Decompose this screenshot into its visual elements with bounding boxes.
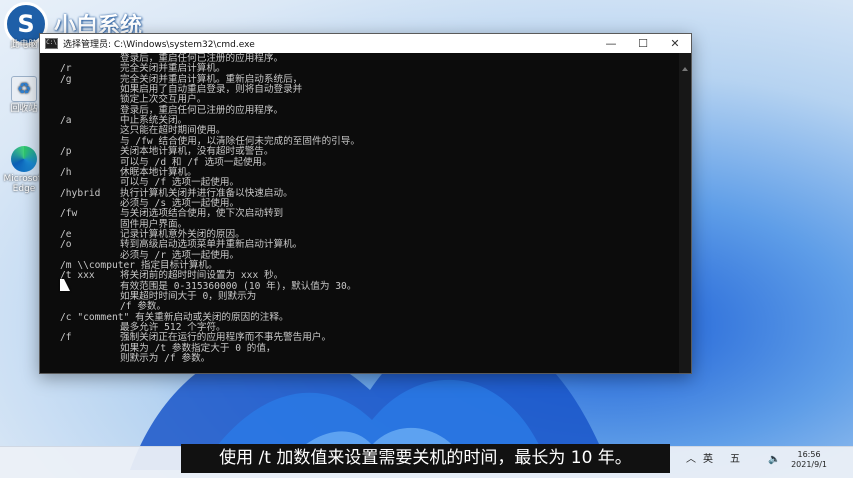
- tray-chevron-icon[interactable]: ︿: [686, 452, 696, 468]
- console-description: 则默示为 /f 参数。: [120, 353, 211, 365]
- cmd-app-icon: C:\: [45, 38, 58, 49]
- cmd-window[interactable]: C:\ 选择管理员: C:\Windows\system32\cmd.exe —…: [39, 33, 692, 374]
- console-description: 完全关闭并重启计算机。: [120, 63, 226, 75]
- console-switch: /fw: [60, 208, 78, 220]
- clock-time: 16:56: [797, 450, 821, 459]
- window-title: 选择管理员: C:\Windows\system32\cmd.exe: [63, 40, 255, 50]
- close-button[interactable]: ✕: [659, 34, 691, 53]
- console-output[interactable]: 登录后，重启任何已注册的应用程序。/r 完全关闭并重启计算机。/g 完全关闭并重启计…: [40, 53, 679, 373]
- console-switch: /h: [60, 166, 72, 178]
- mouse-cursor-icon: [60, 279, 70, 291]
- console-description: 锁定上次交互用户。: [120, 94, 207, 106]
- console-description: 这只能在超时期间使用。: [120, 125, 226, 137]
- console-switch: /a: [60, 115, 72, 127]
- volume-icon[interactable]: 🔈: [768, 452, 780, 468]
- console-description: 与关闭选项结合使用，使下次启动转到: [120, 208, 284, 220]
- tray-ime-mode[interactable]: 五: [730, 452, 740, 468]
- console-description: 可以与 /f 选项一起使用。: [120, 177, 240, 189]
- recycle-bin-icon: ♻: [11, 76, 37, 102]
- tray-input-language[interactable]: 英: [703, 452, 713, 468]
- clock-date: 2021/9/1: [791, 460, 827, 469]
- console-description: 将关闭前的超时时间设置为 xxx 秒。: [120, 270, 284, 282]
- console-description: 转到高级启动选项菜单并重新启动计算机。: [120, 239, 303, 251]
- console-switch: /hybrid: [60, 187, 101, 199]
- tray-clock[interactable]: 16:56 2021/9/1: [791, 450, 827, 470]
- console-description: 可以与 /d 和 /f 选项一起使用。: [120, 156, 272, 168]
- console-switch: /r: [60, 63, 72, 75]
- console-switch: /f: [60, 332, 72, 344]
- console-scrollbar[interactable]: [679, 53, 691, 373]
- maximize-button[interactable]: ☐: [627, 34, 659, 53]
- console-description: /f 参数。: [120, 301, 167, 313]
- console-description: 关闭本地计算机，没有超时或警告。: [120, 146, 274, 158]
- console-description: 强制关闭正在运行的应用程序而不事先警告用户。: [120, 332, 332, 344]
- minimize-button[interactable]: —: [595, 34, 627, 53]
- console-switch: /p: [60, 146, 72, 158]
- edge-icon: [11, 146, 37, 172]
- scroll-up-icon[interactable]: [682, 67, 688, 71]
- console-switch: /o: [60, 239, 72, 251]
- console-switch: /g: [60, 73, 72, 85]
- video-subtitle: 使用 /t 加数值来设置需要关机的时间，最长为 10 年。: [181, 444, 670, 473]
- window-titlebar[interactable]: C:\ 选择管理员: C:\Windows\system32\cmd.exe —…: [40, 34, 691, 53]
